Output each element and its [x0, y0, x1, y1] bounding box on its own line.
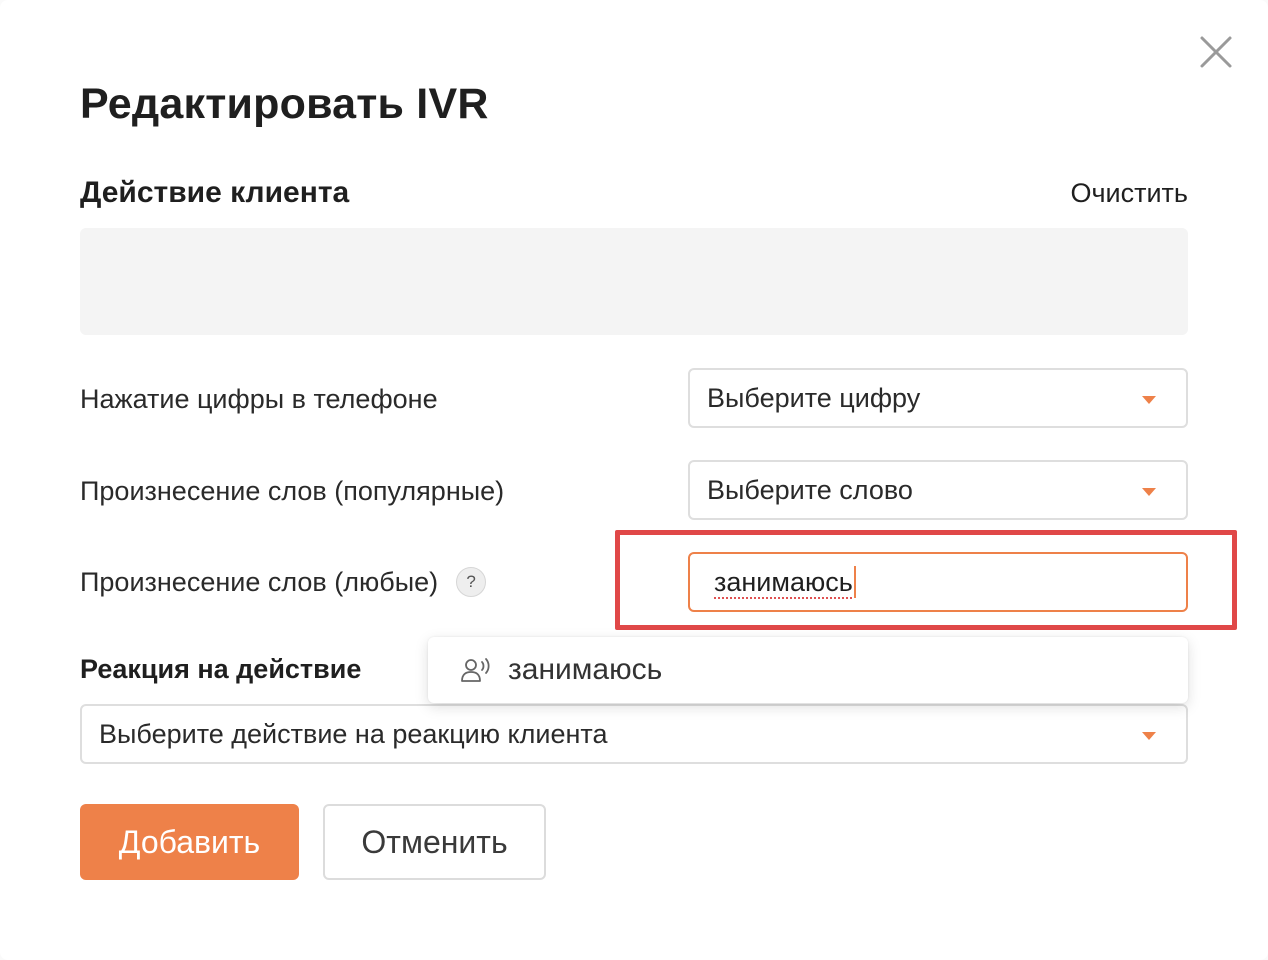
popular-word-select-value: Выберите слово [707, 474, 913, 505]
digit-select-value: Выберите цифру [707, 382, 921, 413]
caret-down-icon [1142, 488, 1156, 496]
close-icon[interactable] [1194, 30, 1238, 74]
suggestion-text: занимаюсь [508, 653, 663, 686]
suggestion-item[interactable]: занимаюсь [428, 637, 1188, 703]
client-action-field[interactable] [80, 228, 1188, 335]
any-words-row-label: Произнесение слов (любые) ? [80, 564, 487, 600]
help-icon[interactable]: ? [456, 567, 487, 597]
popular-word-select[interactable]: Выберите слово [688, 460, 1188, 520]
annotation-highlight-box [615, 530, 1237, 630]
digit-press-label: Нажатие цифры в телефоне [80, 383, 438, 414]
caret-down-icon [1142, 732, 1156, 740]
cancel-button[interactable]: Отменить [323, 804, 546, 880]
reaction-heading: Реакция на действие [80, 654, 362, 684]
digit-select[interactable]: Выберите цифру [688, 368, 1188, 428]
reaction-select-value: Выберите действие на реакцию клиента [99, 718, 608, 749]
any-words-label: Произнесение слов (любые) [80, 566, 439, 597]
client-action-heading: Действие клиента [80, 176, 350, 209]
edit-ivr-dialog: Редактировать IVR Действие клиента Очист… [0, 0, 1268, 960]
dialog-title: Редактировать IVR [80, 80, 489, 128]
clear-link[interactable]: Очистить [1070, 178, 1188, 209]
voice-person-icon [461, 658, 490, 682]
add-button[interactable]: Добавить [80, 804, 299, 880]
caret-down-icon [1142, 396, 1156, 404]
reaction-select[interactable]: Выберите действие на реакцию клиента [80, 704, 1188, 764]
popular-words-label: Произнесение слов (популярные) [80, 475, 505, 506]
